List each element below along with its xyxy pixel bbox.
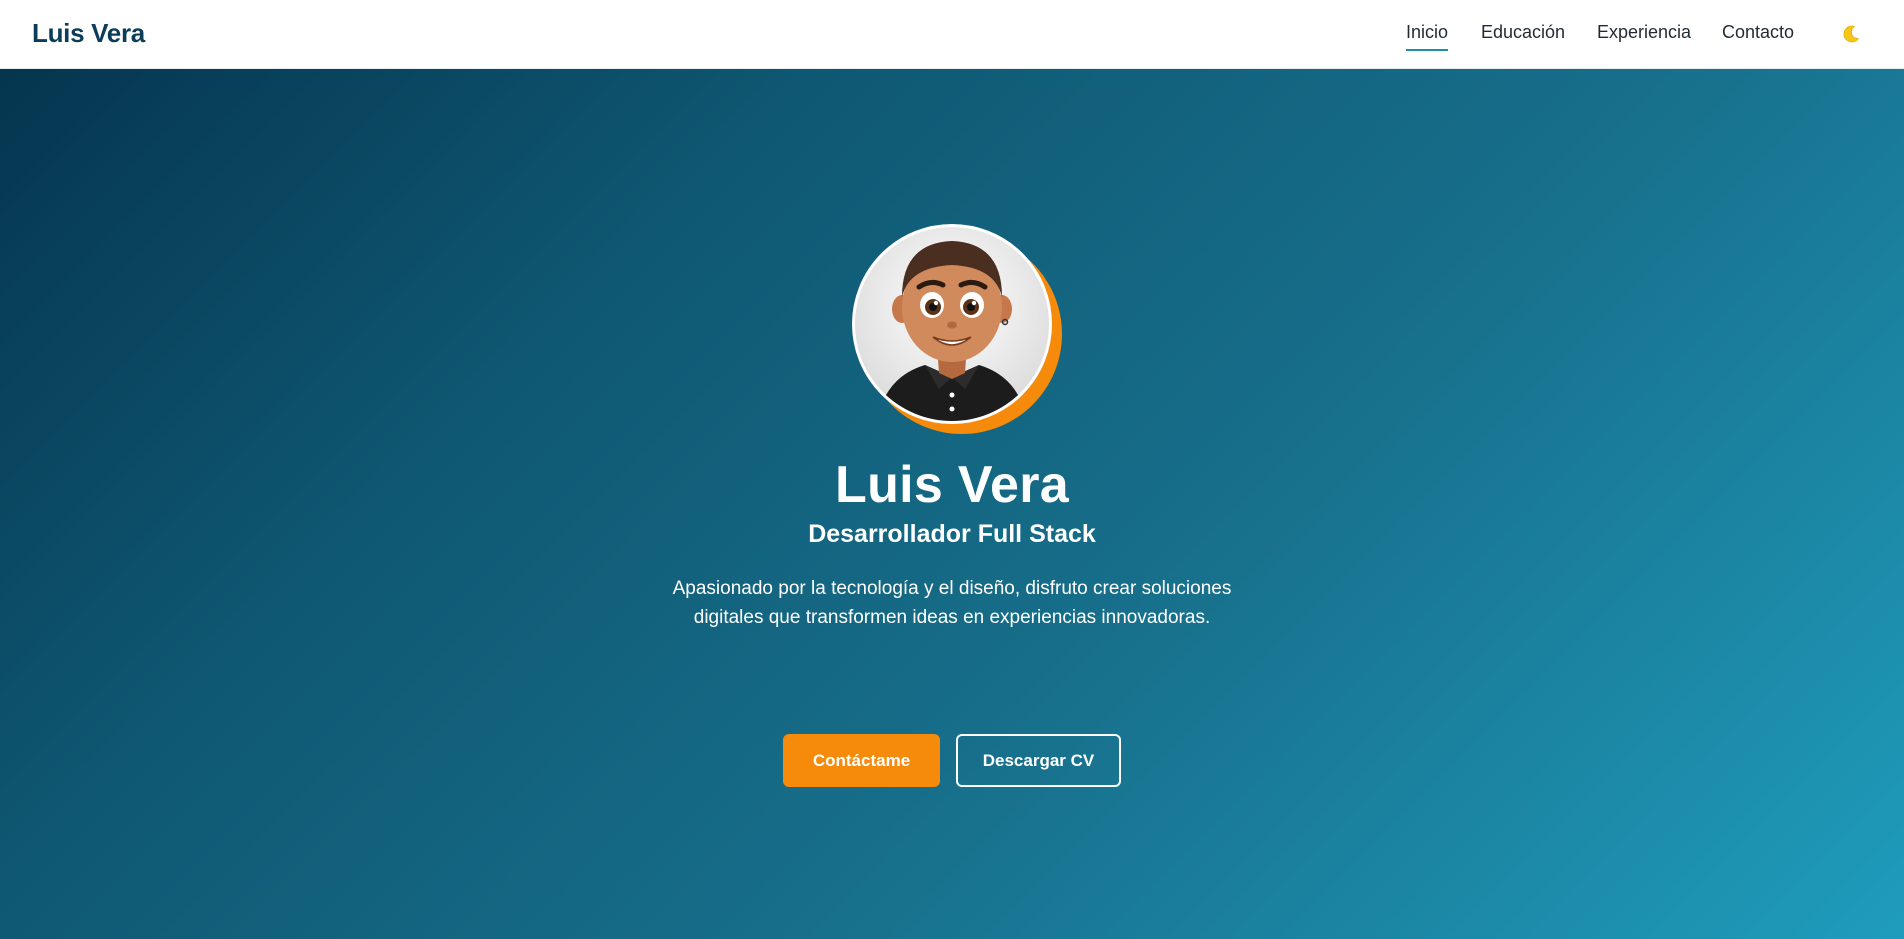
hero-name-heading: Luis Vera <box>835 456 1069 514</box>
hero-section: Luis Vera Desarrollador Full Stack Apasi… <box>0 69 1904 939</box>
avatar-illustration <box>852 224 1052 424</box>
contact-me-button[interactable]: Contáctame <box>783 734 940 787</box>
theme-toggle-button[interactable] <box>1838 22 1864 48</box>
nav-link-educacion[interactable]: Educación <box>1481 22 1565 49</box>
brand-logo-link[interactable]: Luis Vera <box>32 18 145 49</box>
moon-icon <box>1841 24 1861 47</box>
nav-link-inicio[interactable]: Inicio <box>1406 22 1449 51</box>
avatar-container <box>852 224 1064 436</box>
hero-bio-text: Apasionado por la tecnología y el diseño… <box>672 578 1232 628</box>
top-navbar: Luis Vera Inicio Educación Experiencia C… <box>0 0 1904 69</box>
download-cv-button[interactable]: Descargar CV <box>956 734 1121 787</box>
nav-link-contacto[interactable]: Contacto <box>1722 22 1794 49</box>
hero-role-subtitle: Desarrollador Full Stack <box>808 520 1096 548</box>
nav-link-experiencia[interactable]: Experiencia <box>1597 22 1691 49</box>
